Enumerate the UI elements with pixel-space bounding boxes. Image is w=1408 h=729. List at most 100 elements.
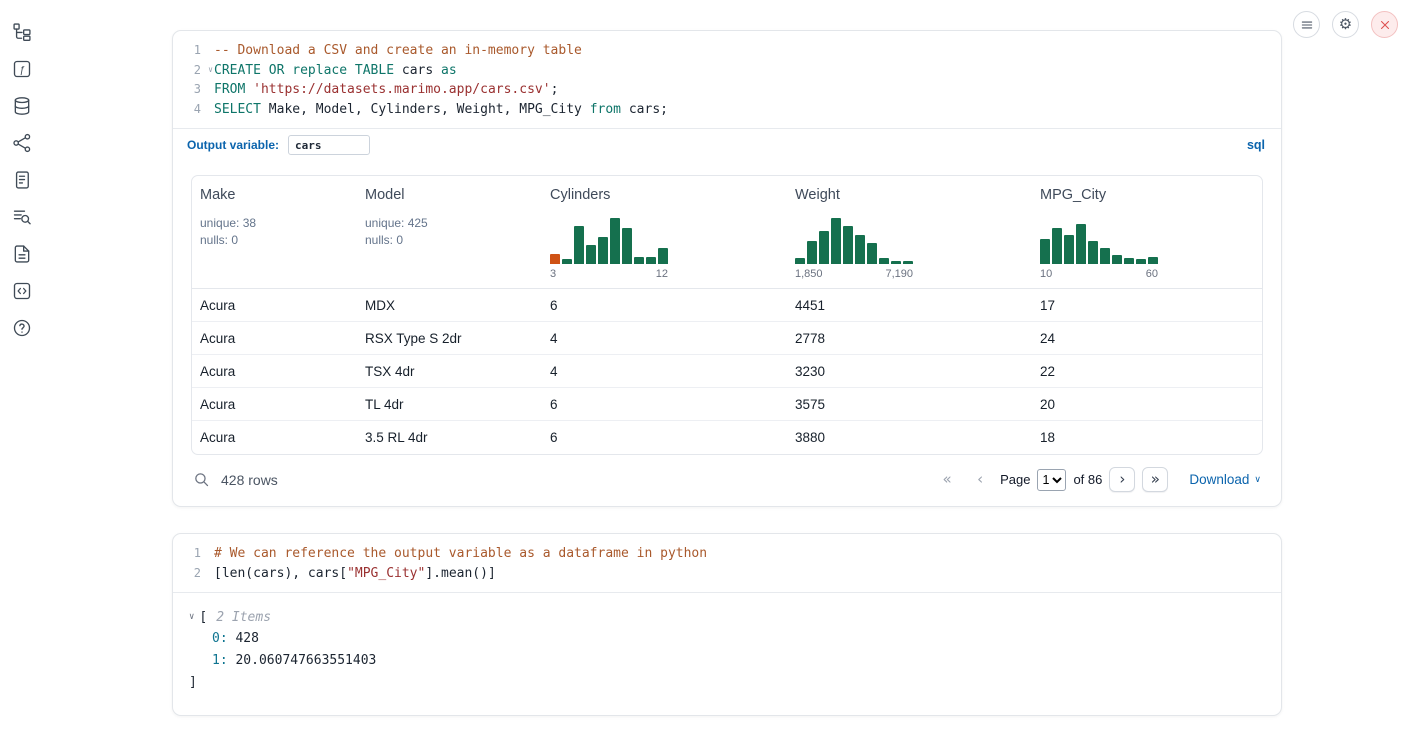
table-cell: Acura: [192, 397, 357, 412]
logs-icon[interactable]: [10, 205, 34, 229]
cell-language-badge[interactable]: sql: [1247, 138, 1265, 152]
table-cell: TL 4dr: [357, 397, 542, 412]
table-row[interactable]: AcuraMDX6445117: [192, 289, 1262, 322]
histogram-bar[interactable]: [831, 218, 841, 264]
cylinders-histogram: [550, 218, 668, 264]
histogram-bar[interactable]: [1112, 255, 1122, 264]
histogram-bar[interactable]: [1124, 258, 1134, 264]
column-header-mpg-city[interactable]: MPG_City 10 60: [1032, 176, 1262, 288]
table-cell: RSX Type S 2dr: [357, 331, 542, 346]
table-row[interactable]: AcuraTSX 4dr4323022: [192, 355, 1262, 388]
table-cell: 3.5 RL 4dr: [357, 430, 542, 445]
settings-icon[interactable]: ⚙: [1332, 11, 1359, 38]
histogram-bar[interactable]: [1076, 224, 1086, 264]
documentation-icon[interactable]: [10, 242, 34, 266]
page-select[interactable]: 1: [1037, 469, 1066, 491]
table-body: AcuraMDX6445117AcuraRSX Type S 2dr427782…: [192, 289, 1262, 454]
code-line: 1# We can reference the output variable …: [181, 544, 1265, 564]
histogram-bar[interactable]: [574, 226, 584, 264]
shutdown-icon[interactable]: [1371, 11, 1398, 38]
histogram-bar[interactable]: [658, 248, 668, 264]
column-header-cylinders[interactable]: Cylinders 3 12: [542, 176, 787, 288]
histogram-bar[interactable]: [586, 245, 596, 264]
output-variable-bar: Output variable: sql: [173, 128, 1281, 161]
table-row[interactable]: Acura3.5 RL 4dr6388018: [192, 421, 1262, 454]
histogram-bar[interactable]: [843, 226, 853, 264]
search-icon[interactable]: [193, 471, 210, 488]
notebook-actions-bar: ⚙: [1293, 11, 1398, 38]
histogram-bar[interactable]: [1064, 235, 1074, 264]
code-line: 1-- Download a CSV and create an in-memo…: [181, 41, 1265, 61]
weight-histogram: [795, 218, 913, 264]
histogram-bar[interactable]: [1052, 228, 1062, 264]
column-header-model[interactable]: Model unique: 425 nulls: 0: [357, 176, 542, 288]
first-page-button[interactable]: «: [934, 467, 960, 492]
histogram-bar[interactable]: [1040, 239, 1050, 264]
histogram-bar[interactable]: [855, 235, 865, 264]
download-button[interactable]: Download ∨: [1189, 472, 1261, 487]
histogram-bar[interactable]: [646, 257, 656, 264]
collapse-chevron-icon[interactable]: ∨: [189, 607, 194, 628]
histogram-bar[interactable]: [819, 231, 829, 264]
result-entry: 1: 20.060747663551403: [189, 650, 1265, 672]
histogram-bar[interactable]: [903, 261, 913, 264]
sql-code-editor[interactable]: 1-- Download a CSV and create an in-memo…: [173, 31, 1281, 128]
data-sources-icon[interactable]: [10, 94, 34, 118]
line-number: 2∨: [181, 61, 201, 81]
histogram-bar[interactable]: [550, 254, 560, 264]
column-stats: unique: 38 nulls: 0: [200, 215, 256, 249]
histogram-bar[interactable]: [795, 258, 805, 264]
table-cell: 20: [1032, 397, 1262, 412]
histogram-bar[interactable]: [1100, 248, 1110, 264]
page-total: of 86: [1073, 472, 1102, 487]
last-page-button[interactable]: »: [1142, 467, 1168, 492]
histogram-bar[interactable]: [634, 257, 644, 264]
histogram-axis: 3 12: [550, 268, 668, 280]
chevron-down-icon: ∨: [1254, 475, 1261, 484]
histogram-bar[interactable]: [598, 237, 608, 264]
histogram-bar[interactable]: [610, 218, 620, 264]
python-cell-output: ∨ [ 2 Items 0: 4281: 20.060747663551403 …: [173, 592, 1281, 715]
histogram-axis: 1,850 7,190: [795, 268, 913, 280]
table-cell: Acura: [192, 331, 357, 346]
result-entries: 0: 4281: 20.060747663551403: [189, 628, 1265, 672]
column-header-weight[interactable]: Weight 1,850 7,190: [787, 176, 1032, 288]
menu-icon[interactable]: [1293, 11, 1320, 38]
histogram-bar[interactable]: [879, 258, 889, 264]
histogram-bar[interactable]: [1148, 257, 1158, 264]
python-code-editor[interactable]: 1# We can reference the output variable …: [173, 534, 1281, 592]
table-cell: 3880: [787, 430, 1032, 445]
column-header-make[interactable]: Make unique: 38 nulls: 0: [192, 176, 357, 288]
previous-page-button[interactable]: ‹: [967, 467, 993, 492]
line-number: 3: [181, 80, 201, 100]
python-cell: 1# We can reference the output variable …: [172, 533, 1282, 716]
table-cell: TSX 4dr: [357, 364, 542, 379]
file-explorer-icon[interactable]: [10, 20, 34, 44]
items-count: 2 Items: [216, 607, 271, 628]
histogram-bar[interactable]: [562, 259, 572, 264]
table-cell: Acura: [192, 364, 357, 379]
histogram-bar[interactable]: [807, 241, 817, 264]
histogram-bar[interactable]: [622, 228, 632, 264]
snippets-icon[interactable]: [10, 279, 34, 303]
results-table: Make unique: 38 nulls: 0 Model unique: 4…: [191, 175, 1263, 455]
output-variable-input[interactable]: [288, 135, 370, 155]
next-page-button[interactable]: ›: [1109, 467, 1135, 492]
table-cell: 3230: [787, 364, 1032, 379]
fold-chevron-icon[interactable]: ∨: [208, 66, 213, 74]
histogram-bar[interactable]: [1136, 259, 1146, 264]
outline-icon[interactable]: [10, 168, 34, 192]
table-cell: Acura: [192, 430, 357, 445]
table-row[interactable]: AcuraTL 4dr6357520: [192, 388, 1262, 421]
table-row[interactable]: AcuraRSX Type S 2dr4277824: [192, 322, 1262, 355]
table-header: Make unique: 38 nulls: 0 Model unique: 4…: [192, 176, 1262, 289]
histogram-bar[interactable]: [1088, 241, 1098, 264]
histogram-axis: 10 60: [1040, 268, 1158, 280]
variables-icon[interactable]: ƒ: [10, 57, 34, 81]
table-cell: MDX: [357, 298, 542, 313]
table-cell: 4451: [787, 298, 1032, 313]
dependencies-icon[interactable]: [10, 131, 34, 155]
histogram-bar[interactable]: [891, 261, 901, 264]
histogram-bar[interactable]: [867, 243, 877, 264]
help-icon[interactable]: [10, 316, 34, 340]
